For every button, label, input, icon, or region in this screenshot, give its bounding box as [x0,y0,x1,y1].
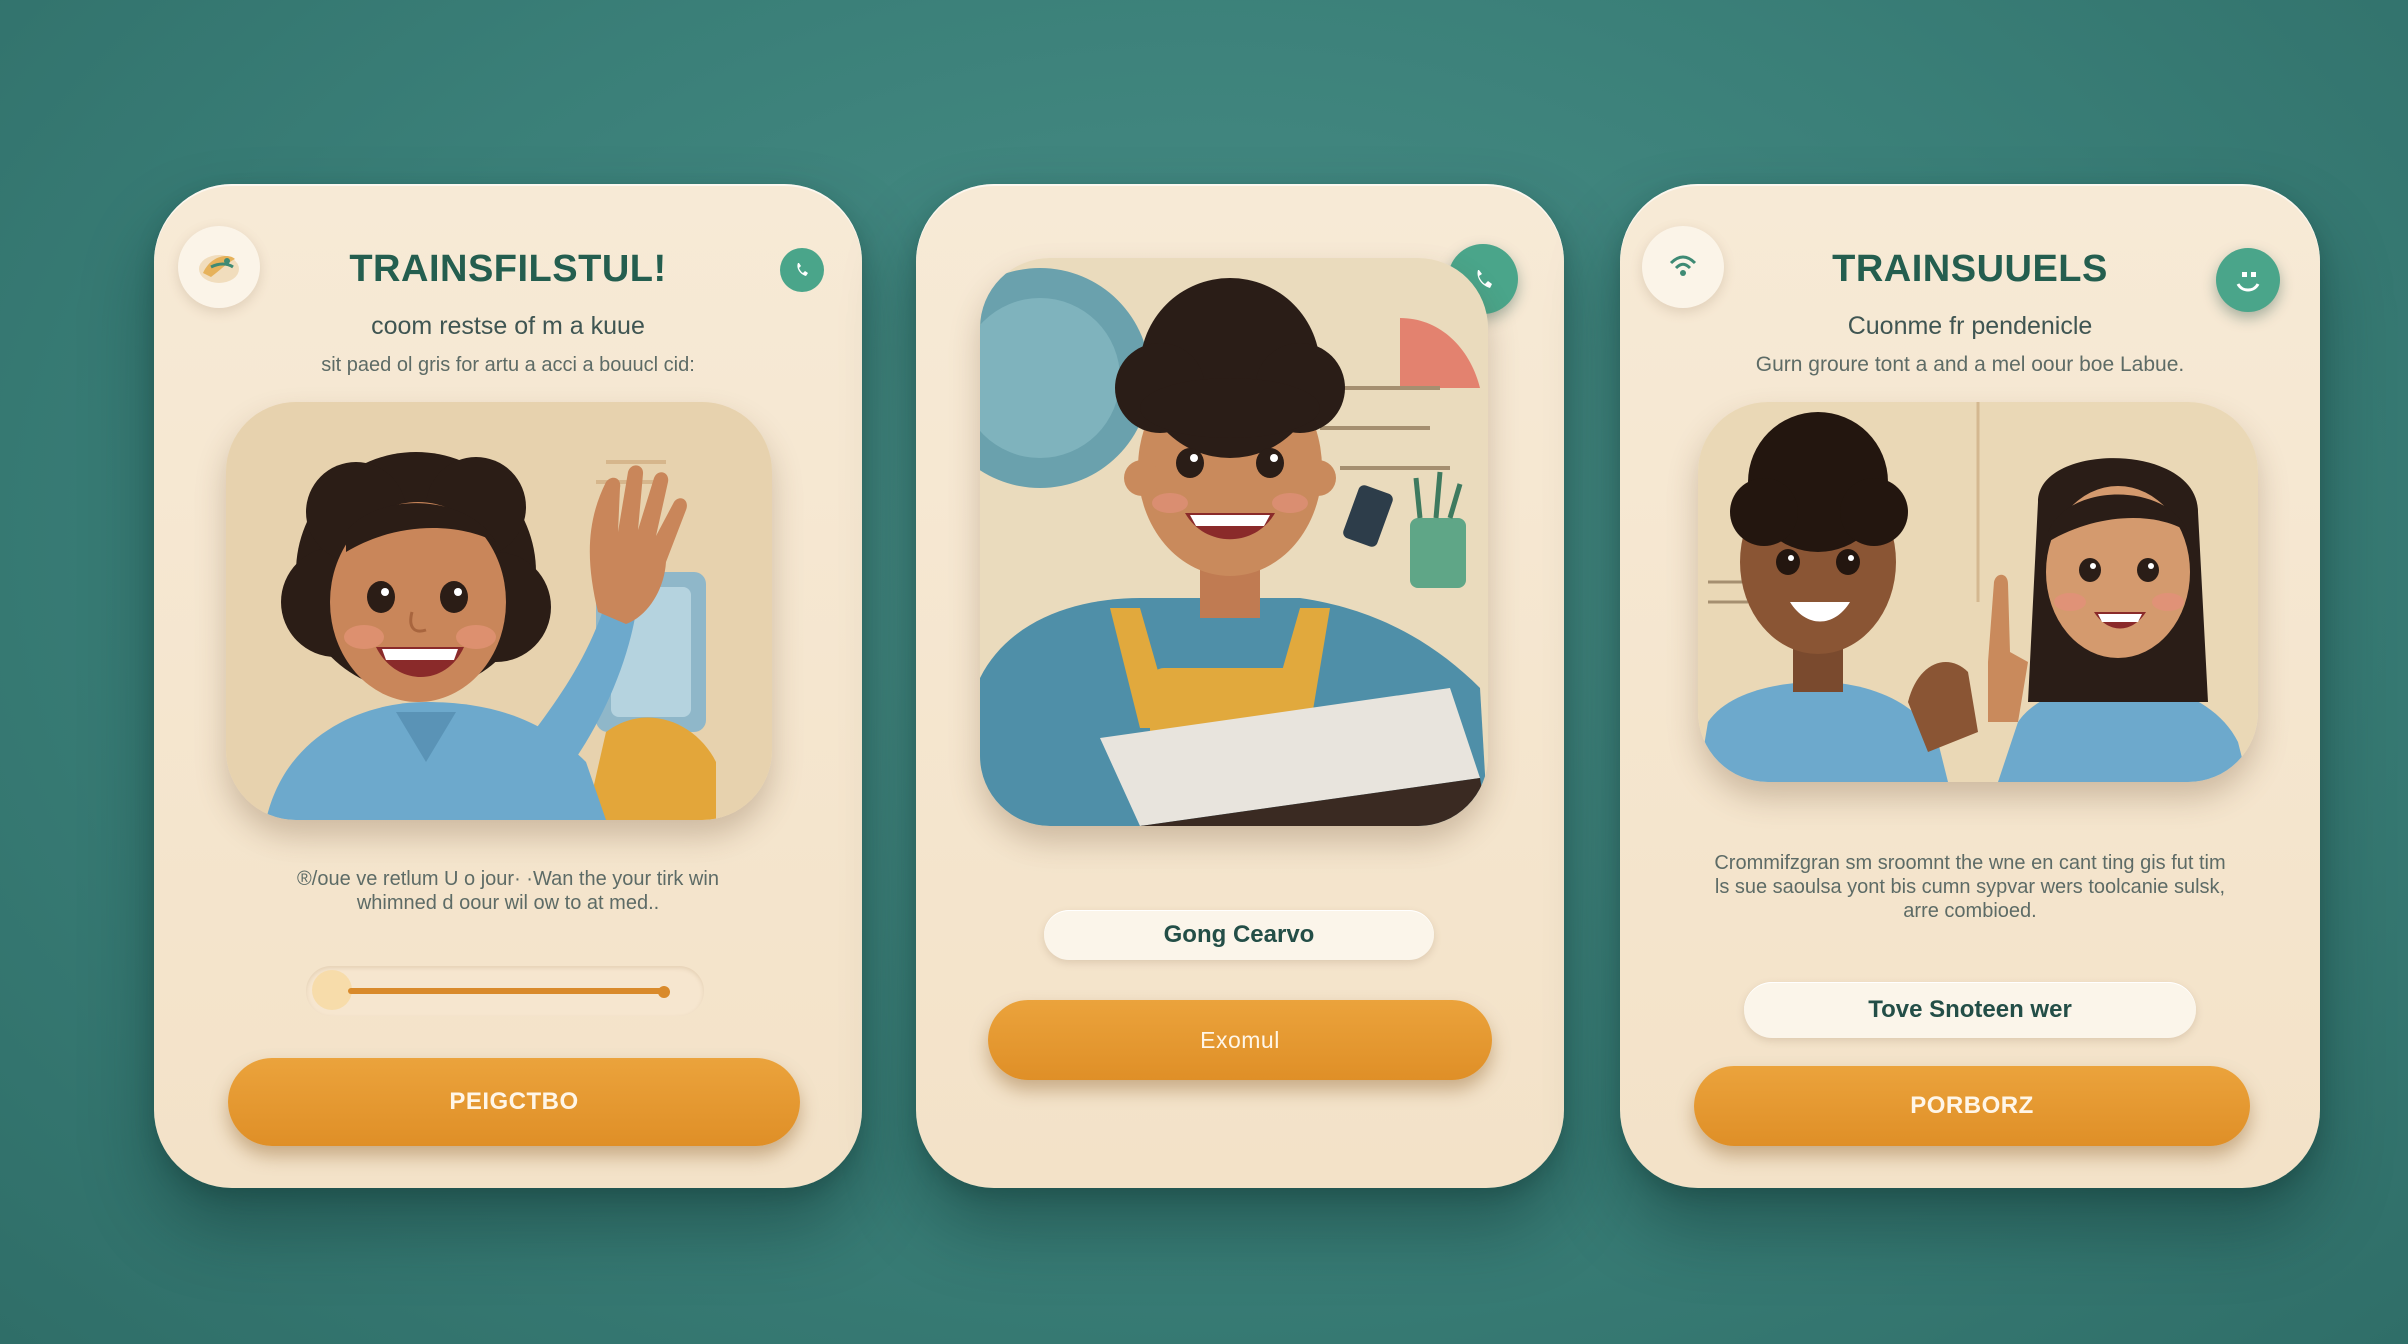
card-description-line-2: ls sue saoulsa yont bis cumn sypvar wers… [1714,876,2226,898]
progress-fill [348,988,664,994]
progress-fill-end [658,986,670,998]
progress-slider[interactable] [306,966,704,1016]
card-description-line-2: whimned d oour wil ow to at med.. [356,892,660,914]
info-pill[interactable]: Tove Snoteen wer [1744,982,2196,1038]
card-tagline: Gurn groure tont a and a mel oour boe La… [1755,353,2185,376]
onboarding-card-1: TRAINSFILSTUL! coom restse of m a kuue s… [154,184,862,1188]
smiling-worker-illustration [980,258,1488,826]
primary-cta-button[interactable]: PEIGCTBO [228,1058,800,1146]
primary-cta-button[interactable]: PORBORZ [1694,1066,2250,1146]
onboarding-card-2: Gong Cearvo Exomul [916,184,1564,1188]
card-description-line-3: arre combioed. [1903,900,2037,922]
card-title: TRAINSFILSTUL! [349,248,667,290]
two-friends-illustration [1698,402,2258,782]
primary-cta-button[interactable]: Exomul [988,1000,1492,1080]
card-subtitle: coom restse of m a kuue [371,312,645,340]
slider-handle[interactable] [312,970,352,1010]
card-title: TRAINSUUELS [1832,248,2108,290]
card-description-line-1: Crommifzgran sm sroomnt the wne en cant … [1714,852,2226,874]
status-pill[interactable]: Gong Cearvo [1044,910,1434,960]
waving-person-illustration [226,402,772,820]
onboarding-card-3: TRAINSUUELS Cuonme fr pendenicle Gurn gr… [1620,184,2320,1188]
card-tagline: sit paed ol gris for artu a acci a bouuc… [321,354,695,376]
card-subtitle: Cuonme fr pendenicle [1847,312,2093,340]
card-description-line-1: ®/oue ve retlum U o jour· ·Wan the your … [297,868,719,890]
